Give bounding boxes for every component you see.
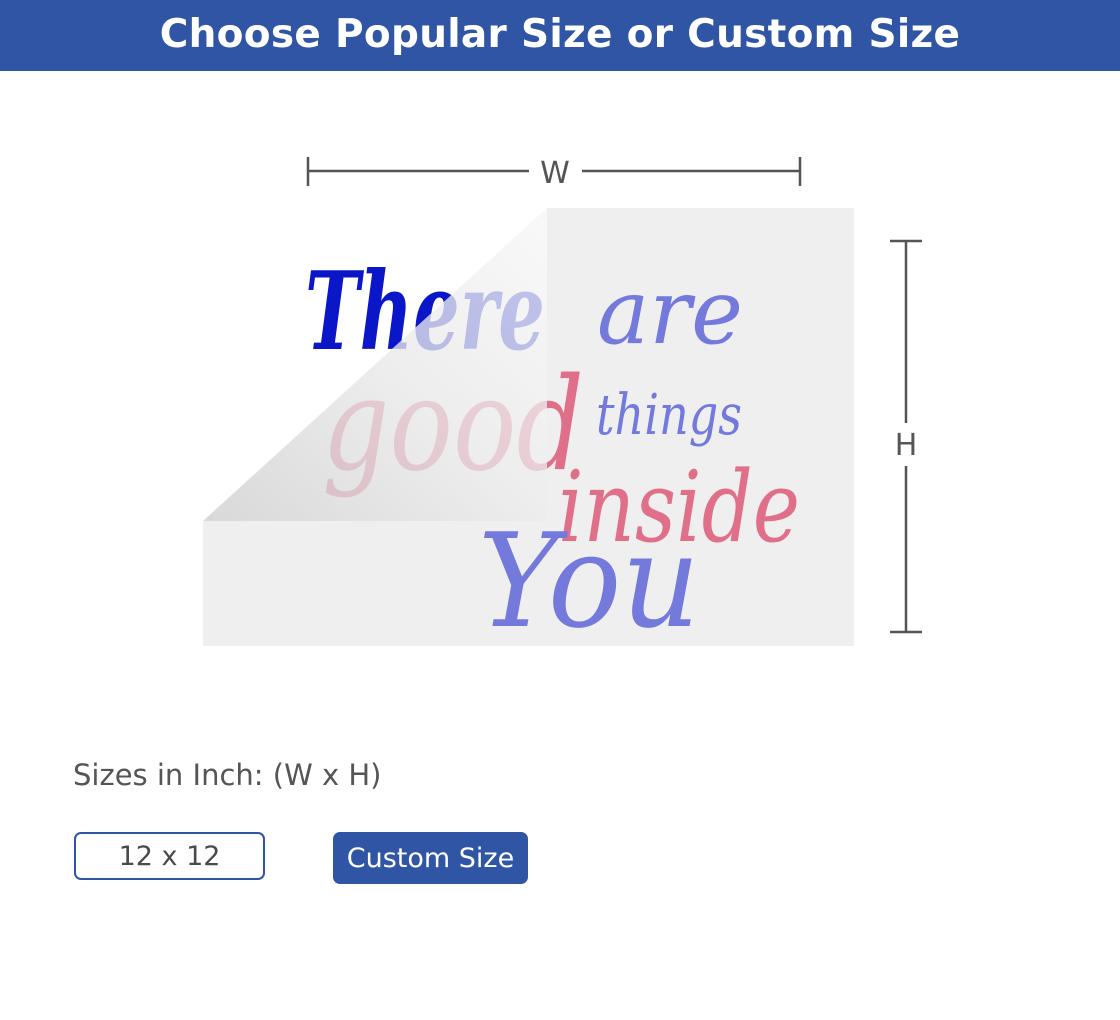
- height-label: H: [895, 428, 918, 463]
- sticker-word-you: You: [478, 505, 700, 657]
- sticker-word-are: are: [597, 260, 743, 365]
- sticker-word-things: things: [596, 383, 742, 448]
- size-option-12x12[interactable]: 12 x 12: [74, 832, 265, 880]
- sticker-preview-graphic: W H There are good things inside You: [203, 156, 922, 657]
- header-bar: Choose Popular Size or Custom Size: [0, 0, 1120, 71]
- custom-size-button[interactable]: Custom Size: [333, 832, 528, 884]
- size-preview: W H There are good things inside You: [0, 71, 1120, 711]
- sizes-label: Sizes in Inch: (W x H): [73, 758, 382, 792]
- page-title: Choose Popular Size or Custom Size: [159, 12, 961, 57]
- width-label: W: [540, 156, 570, 191]
